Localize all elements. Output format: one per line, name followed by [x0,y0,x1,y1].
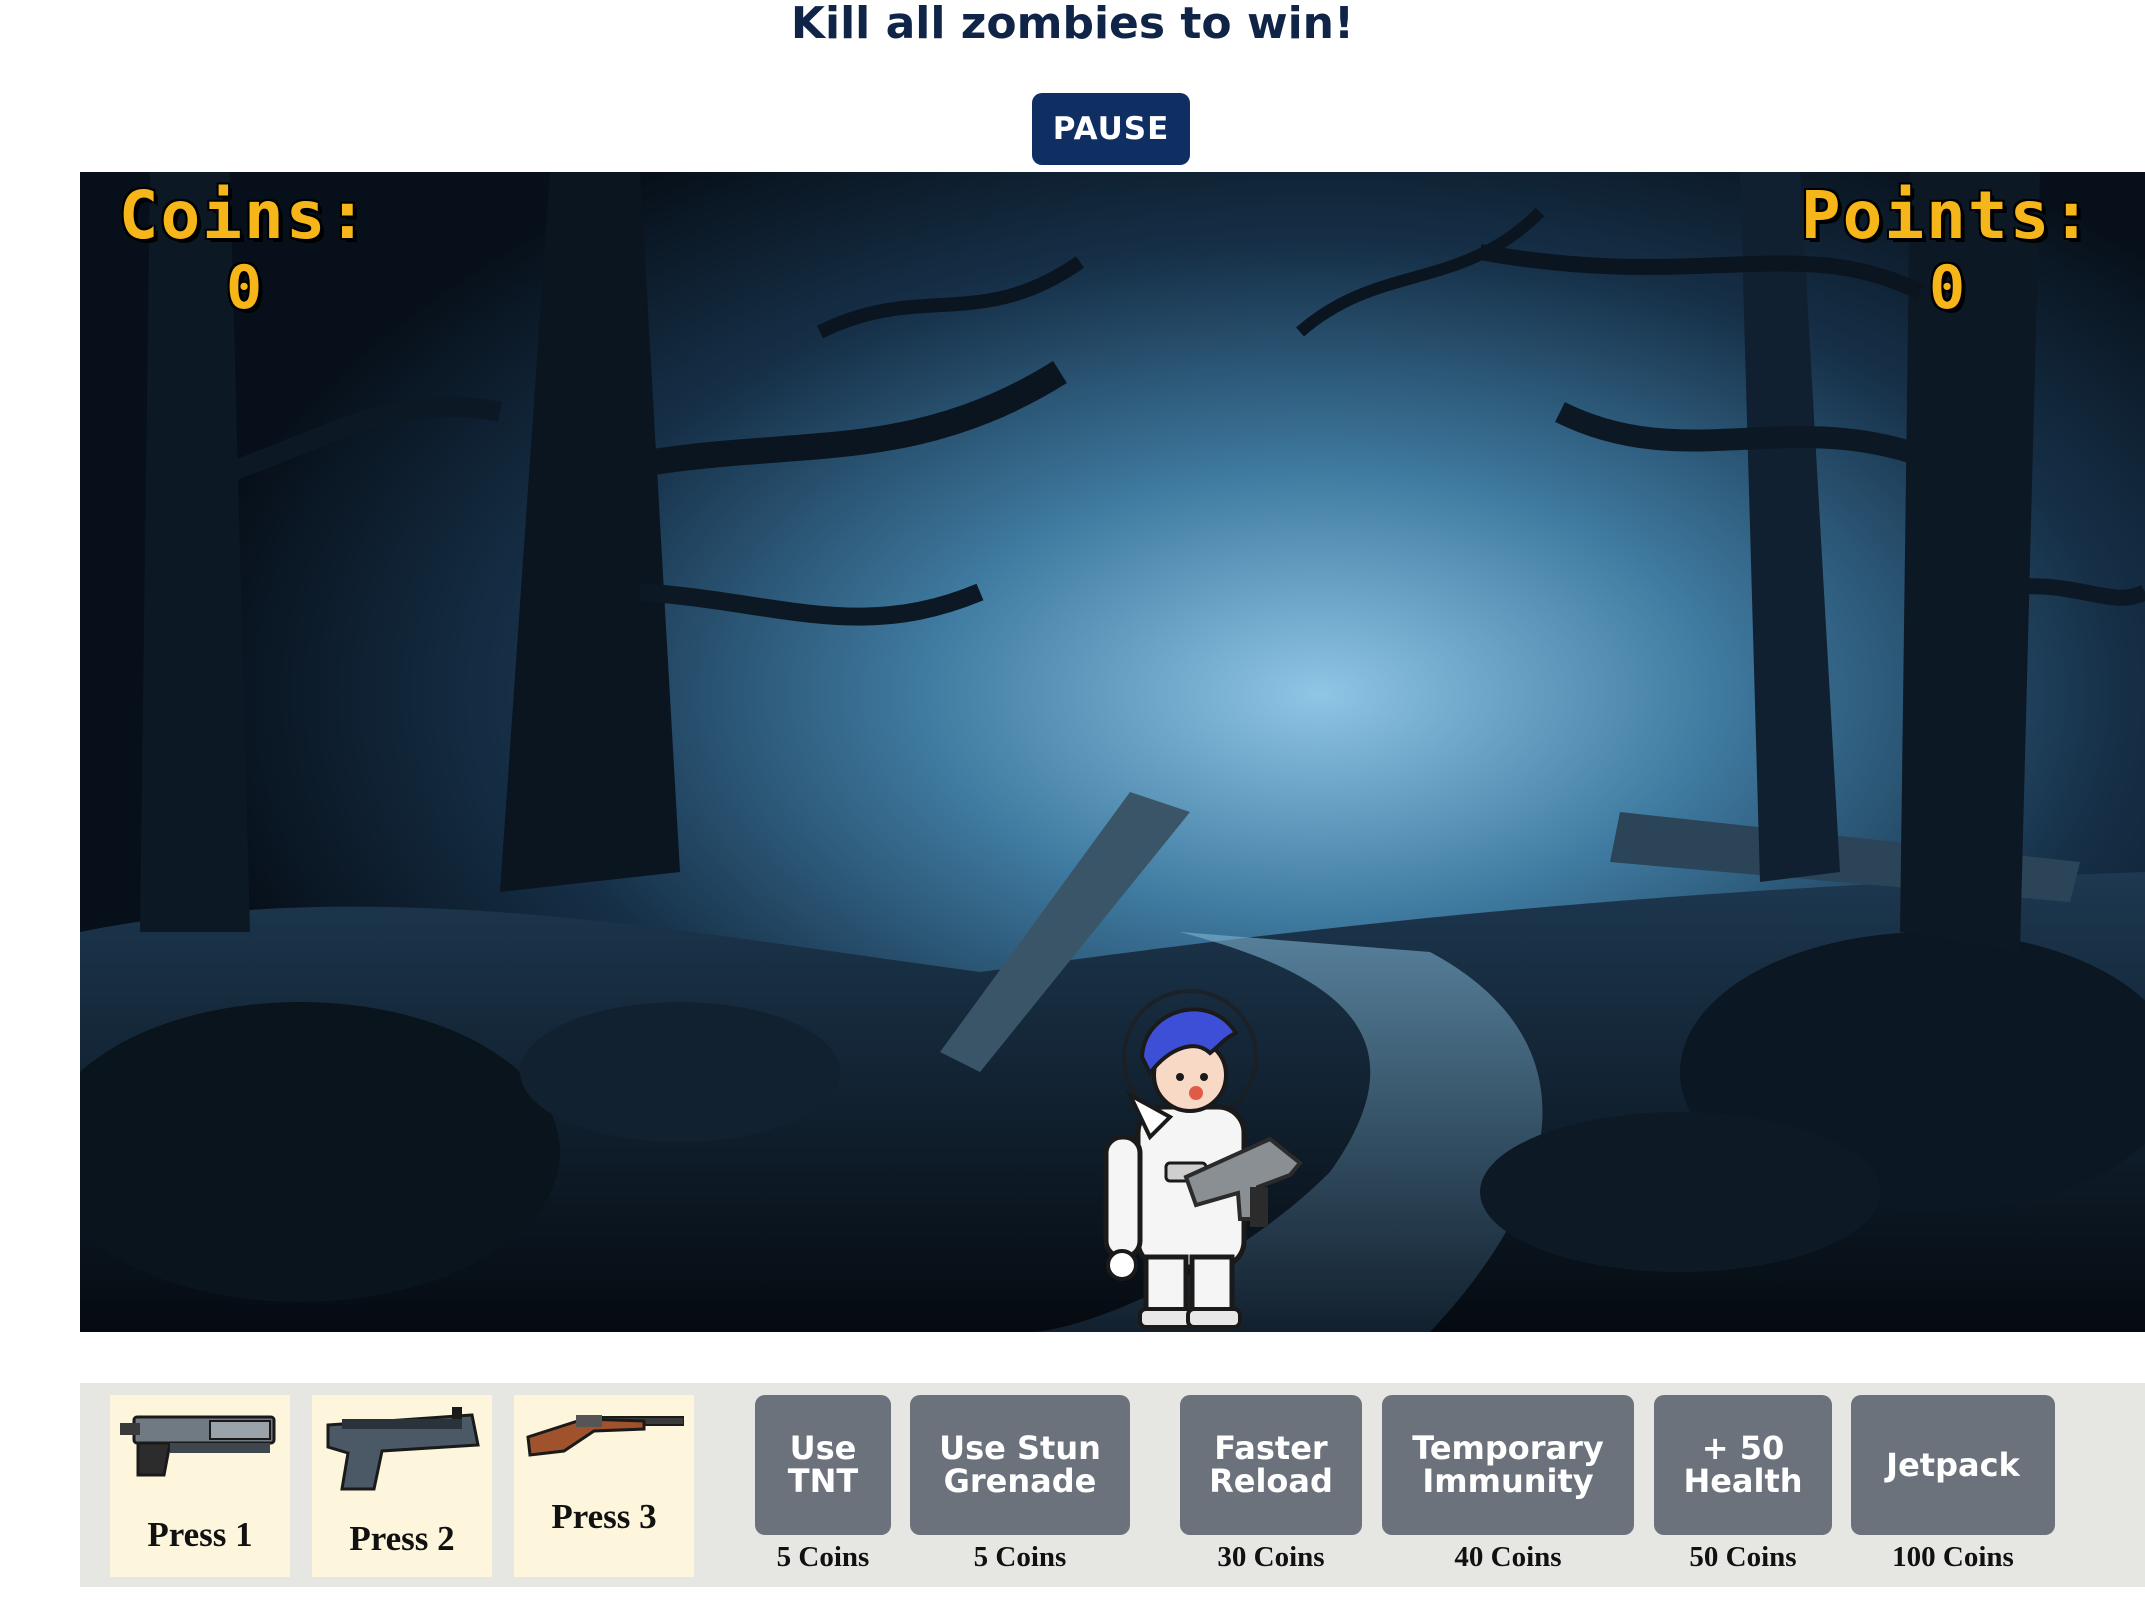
game-canvas[interactable]: Coins: 0 Points: 0 [80,172,2145,1332]
pause-button[interactable]: PAUSE [1032,93,1190,165]
coins-label: Coins: [118,177,370,254]
points-display: Points: 0 [1767,180,2127,324]
inventory-tray: Press 1 Press 2 Press 3 Use TNT 5 Coins … [80,1383,2145,1587]
health-cost: 50 Coins [1689,1541,1797,1573]
weapon-3-key: Press 3 [551,1497,657,1536]
points-label: Points: [1800,177,2094,254]
player-character [1103,989,1303,1329]
pistol-icon [326,1407,480,1491]
shop-item-jetpack: Jetpack 100 Coins [1851,1395,2055,1585]
shop-item-tnt: Use TNT 5 Coins [755,1395,891,1585]
weapon-slot-1[interactable]: Press 1 [110,1395,290,1577]
temporary-immunity-button[interactable]: Temporary Immunity [1382,1395,1634,1535]
weapon-2-key: Press 2 [349,1519,455,1558]
use-tnt-button[interactable]: Use TNT [755,1395,891,1535]
rifle-icon [526,1415,684,1457]
coins-display: Coins: 0 [94,180,394,324]
faster-reload-button[interactable]: Faster Reload [1180,1395,1362,1535]
weapon-1-key: Press 1 [147,1515,253,1554]
plus-50-health-button[interactable]: + 50 Health [1654,1395,1832,1535]
stun-grenade-cost: 5 Coins [973,1541,1067,1573]
laser-pistol-icon [120,1415,276,1477]
jetpack-cost: 100 Coins [1892,1541,2014,1573]
weapon-slot-2[interactable]: Press 2 [312,1395,492,1577]
page-title: Kill all zombies to win! [790,0,1355,49]
coins-value: 0 [225,253,263,323]
temporary-immunity-cost: 40 Coins [1454,1541,1562,1573]
faster-reload-cost: 30 Coins [1217,1541,1325,1573]
points-value: 0 [1928,253,1966,323]
shop-item-faster-reload: Faster Reload 30 Coins [1180,1395,1362,1585]
shop-item-stun-grenade: Use Stun Grenade 5 Coins [910,1395,1130,1585]
weapon-slot-3[interactable]: Press 3 [514,1395,694,1577]
shop-item-health: + 50 Health 50 Coins [1654,1395,1832,1585]
tnt-cost: 5 Coins [776,1541,870,1573]
jetpack-button[interactable]: Jetpack [1851,1395,2055,1535]
use-stun-grenade-button[interactable]: Use Stun Grenade [910,1395,1130,1535]
shop-item-temporary-immunity: Temporary Immunity 40 Coins [1382,1395,1634,1585]
